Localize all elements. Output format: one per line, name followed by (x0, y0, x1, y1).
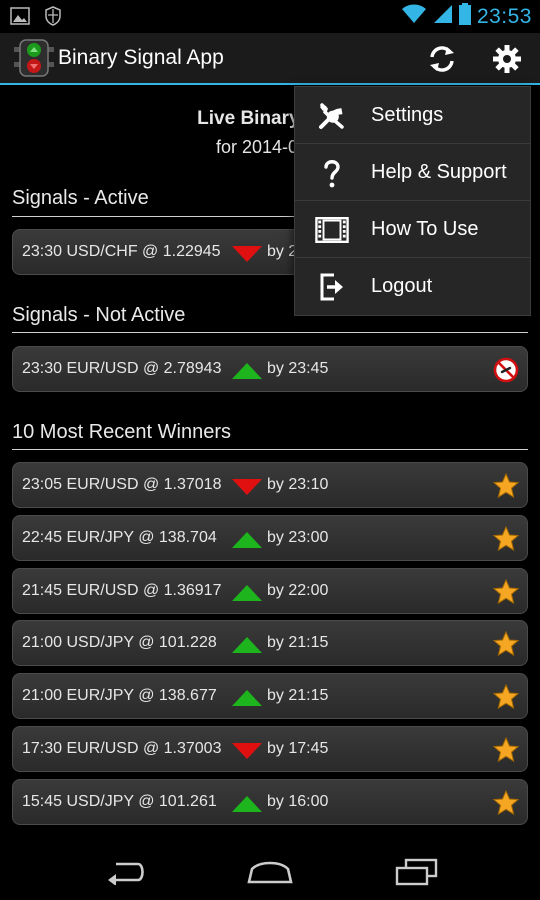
status-bar: 23:53 (0, 0, 540, 33)
wifi-icon (401, 3, 427, 30)
overflow-menu: Settings Help & Support How To Use Logou… (294, 86, 531, 316)
signal-row[interactable]: 21:45 EUR/USD @ 1.36917 by 22:00 (12, 567, 528, 614)
menu-label-help: Help & Support (371, 161, 507, 183)
signal-text: 22:45 EUR/JPY @ 138.704 (22, 528, 217, 546)
signal-text: 23:30 EUR/USD @ 2.78943 (22, 360, 222, 377)
expiry-text: by 17:45 (267, 740, 329, 757)
recent-apps-icon (395, 858, 438, 886)
menu-item-how-to-use[interactable]: How To Use (295, 201, 531, 258)
question-icon (315, 157, 349, 189)
refresh-icon (430, 46, 454, 72)
gallery-notification-icon (10, 7, 30, 30)
no-entry-icon (493, 357, 519, 383)
settings-button[interactable] (487, 39, 527, 79)
expiry-text: by 23:10 (267, 476, 329, 493)
signal-text: 15:45 USD/JPY @ 101.261 (22, 792, 217, 810)
signal-row[interactable]: 21:00 USD/JPY @ 101.228 by 21:15 (12, 620, 528, 667)
back-button[interactable] (96, 854, 156, 890)
menu-item-logout[interactable]: Logout (295, 258, 531, 315)
signal-row[interactable]: 17:30 EUR/USD @ 1.37003 by 17:45 (12, 726, 528, 772)
battery-icon (458, 3, 471, 30)
gear-icon (493, 45, 521, 73)
section-title-not-active: Signals - Not Active (12, 304, 186, 326)
menu-item-settings[interactable]: Settings (295, 87, 531, 144)
signal-text: 23:30 USD/CHF @ 1.22945 (22, 243, 221, 260)
menu-label-logout: Logout (371, 275, 433, 297)
shield-notification-icon (44, 6, 62, 31)
arrow-up-icon (231, 636, 263, 654)
signal-row[interactable]: 23:05 EUR/USD @ 1.37018 by 23:10 (12, 462, 528, 508)
section-title-winners: 10 Most Recent Winners (12, 421, 231, 443)
star-icon (492, 525, 520, 552)
expiry-text: by 22:00 (267, 581, 329, 599)
refresh-button[interactable] (422, 39, 462, 79)
home-icon (247, 861, 293, 884)
logout-icon (315, 271, 349, 303)
arrow-up-icon (231, 362, 263, 380)
recent-apps-button[interactable] (386, 854, 446, 890)
menu-item-help[interactable]: Help & Support (295, 144, 531, 201)
signal-icon (433, 3, 453, 30)
signal-text: 21:45 EUR/USD @ 1.36917 (22, 581, 222, 599)
expiry-text: by 2 (267, 243, 298, 260)
section-divider (12, 332, 528, 333)
star-icon (492, 736, 520, 763)
tools-icon (315, 100, 349, 132)
expiry-text: by 21:15 (267, 687, 329, 705)
signal-row[interactable]: 22:45 EUR/JPY @ 138.704 by 23:00 (12, 514, 528, 561)
back-icon (108, 862, 144, 885)
arrow-up-icon (231, 689, 263, 707)
arrow-up-icon (231, 584, 263, 602)
signal-text: 21:00 USD/JPY @ 101.228 (22, 634, 217, 652)
expiry-text: by 16:00 (267, 792, 329, 810)
section-divider (12, 449, 528, 450)
signal-text: 21:00 EUR/JPY @ 138.677 (22, 687, 217, 705)
star-icon (492, 683, 520, 710)
star-icon (492, 631, 520, 657)
arrow-down-icon (231, 742, 263, 760)
star-icon (492, 578, 520, 605)
home-button[interactable] (240, 854, 300, 890)
signal-row[interactable]: 23:30 EUR/USD @ 2.78943 by 23:45 (12, 346, 528, 392)
action-bar: Binary Signal App (0, 33, 540, 85)
signal-row[interactable]: 15:45 USD/JPY @ 101.261 by 16:00 (12, 778, 528, 825)
arrow-down-icon (231, 478, 263, 496)
star-icon (492, 472, 520, 499)
signal-row[interactable]: 21:00 EUR/JPY @ 138.677 by 21:15 (12, 673, 528, 720)
navigation-bar (0, 844, 540, 900)
arrow-up-icon (231, 531, 263, 549)
expiry-text: by 23:00 (267, 528, 329, 546)
menu-label-settings: Settings (371, 104, 444, 126)
arrow-down-icon (231, 245, 263, 263)
expiry-text: by 23:45 (267, 360, 329, 377)
status-time: 23:53 (476, 4, 532, 28)
expiry-text: by 21:15 (267, 634, 329, 652)
film-icon (315, 214, 349, 246)
section-title-active: Signals - Active (12, 187, 149, 209)
menu-label-how-to-use: How To Use (371, 218, 479, 240)
signal-text: 17:30 EUR/USD @ 1.37003 (22, 740, 222, 757)
star-icon (492, 789, 520, 816)
app-title: Binary Signal App (58, 46, 224, 69)
signal-text: 23:05 EUR/USD @ 1.37018 (22, 476, 222, 493)
arrow-up-icon (231, 795, 263, 813)
traffic-light-icon[interactable] (14, 38, 54, 78)
